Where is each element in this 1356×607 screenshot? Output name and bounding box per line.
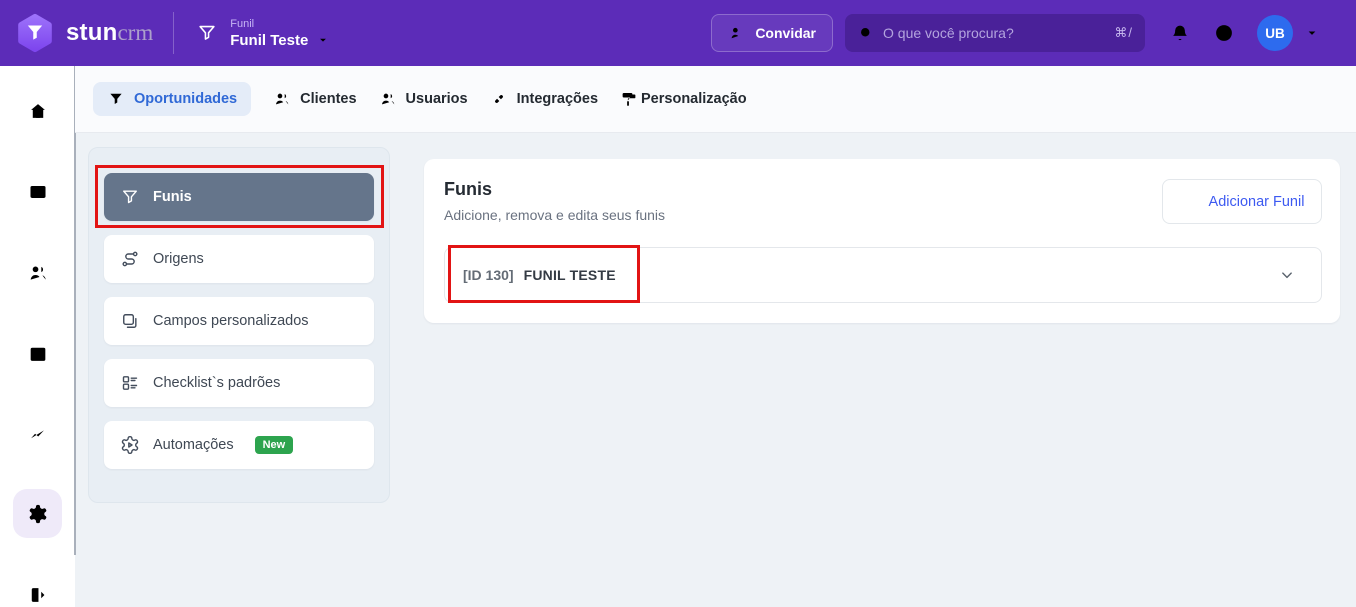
new-badge: New [254,436,294,454]
funnel-selector[interactable]: Funil Funil Teste [196,18,330,49]
plus-icon [1180,193,1198,211]
settings-menu-item-funis[interactable]: Funis [104,173,374,221]
funnel-icon [120,187,140,207]
search-input[interactable] [883,25,1115,41]
route-icon [120,249,140,269]
tab-label: Oportunidades [134,91,238,107]
users-icon [273,90,291,108]
tab-label: Integrações [516,91,599,107]
tab-clientes[interactable]: Clientes [273,90,357,108]
paint-roller-icon [620,90,638,108]
chevron-down-icon [316,33,330,47]
calendar-icon [27,343,49,365]
menu-item-label: Origens [153,251,204,267]
automation-gear-play-icon [120,435,140,455]
bell-icon[interactable] [1169,22,1191,44]
funnel-icon [107,90,125,108]
menu-item-label: Checklist`s padrões [153,375,281,391]
add-funnel-label: Adicionar Funil [1208,193,1305,210]
rail-reports-button[interactable] [0,424,75,446]
plug-icon [490,90,508,108]
funnel-icon [196,22,218,44]
search-shortcut: ⌘/ [1114,25,1133,40]
users-icon [379,90,397,108]
gear-icon [27,503,49,525]
tab-label: Clientes [300,91,357,107]
funnel-list-row[interactable]: [ID 130] FUNIL TESTE [444,247,1322,303]
copy-icon [120,311,140,331]
menu-item-label: Campos personalizados [153,313,309,329]
tab-oportunidades[interactable]: Oportunidades [93,82,252,116]
app-screen: stuncrm Funil Funil Teste Convidar ⌘/ [0,0,1356,607]
menu-item-label: Automações [153,437,234,453]
person-plus-icon [728,24,746,42]
header-divider [173,12,175,54]
settings-tab-bar: Oportunidades Clientes Usuarios Integraç… [75,66,1356,133]
rail-contacts-button[interactable] [0,262,75,284]
funnel-name: FUNIL TESTE [523,267,616,283]
funnels-card: Funis Adicione, remova e edita seus funi… [424,159,1340,323]
funnel-selector-label: Funil [230,17,255,30]
brand-name: stun [66,19,118,46]
tab-integracoes[interactable]: Integrações [490,90,598,108]
tab-label: Personalização [641,91,747,107]
tab-label: Usuarios [405,91,468,107]
page-subtitle: Adicione, remova e edita seus funis [444,207,666,223]
invite-button-label: Convidar [755,25,816,41]
invite-button[interactable]: Convidar [711,14,833,52]
users-icon [27,262,49,284]
home-icon [27,100,49,122]
icon-rail [0,66,75,607]
settings-menu-panel: Funis Origens Campos personalizados Chec… [88,147,390,503]
menu-item-label: Funis [153,189,192,205]
rail-inbox-button[interactable] [0,181,75,203]
brand-logo[interactable]: stuncrm [14,12,153,54]
help-icon[interactable] [1213,22,1235,44]
tab-personalizacao[interactable]: Personalização [620,90,747,108]
rail-home-button[interactable] [0,100,75,122]
rail-logout-button[interactable] [0,584,75,606]
settings-menu-item-campos-personalizados[interactable]: Campos personalizados [104,297,374,345]
settings-menu-item-origens[interactable]: Origens [104,235,374,283]
rail-settings-button-active[interactable] [13,489,62,538]
search-icon [857,24,875,42]
brand-suffix: crm [117,20,154,45]
user-menu-chevron-icon[interactable] [1304,25,1320,41]
settings-menu-item-checklists-padroes[interactable]: Checklist`s padrões [104,359,374,407]
avatar[interactable]: UB [1257,15,1293,51]
checklist-icon [120,373,140,393]
top-bar: stuncrm Funil Funil Teste Convidar ⌘/ [0,0,1356,66]
global-search[interactable]: ⌘/ [845,14,1145,52]
brand-hexagon-funnel-icon [18,13,52,53]
add-funnel-button[interactable]: Adicionar Funil [1162,179,1322,224]
funnel-selector-value: Funil Teste [230,31,309,49]
inbox-icon [27,181,49,203]
expand-chevron-icon[interactable] [1277,265,1297,285]
chart-icon [27,424,49,446]
funnel-id: [ID 130] [463,267,514,283]
tab-usuarios[interactable]: Usuarios [379,90,468,108]
rail-scrollbar [74,66,76,555]
page-title: Funis [444,179,492,199]
rail-calendar-button[interactable] [0,343,75,365]
logout-icon [27,584,49,606]
settings-menu-item-automacoes[interactable]: Automações New [104,421,374,469]
